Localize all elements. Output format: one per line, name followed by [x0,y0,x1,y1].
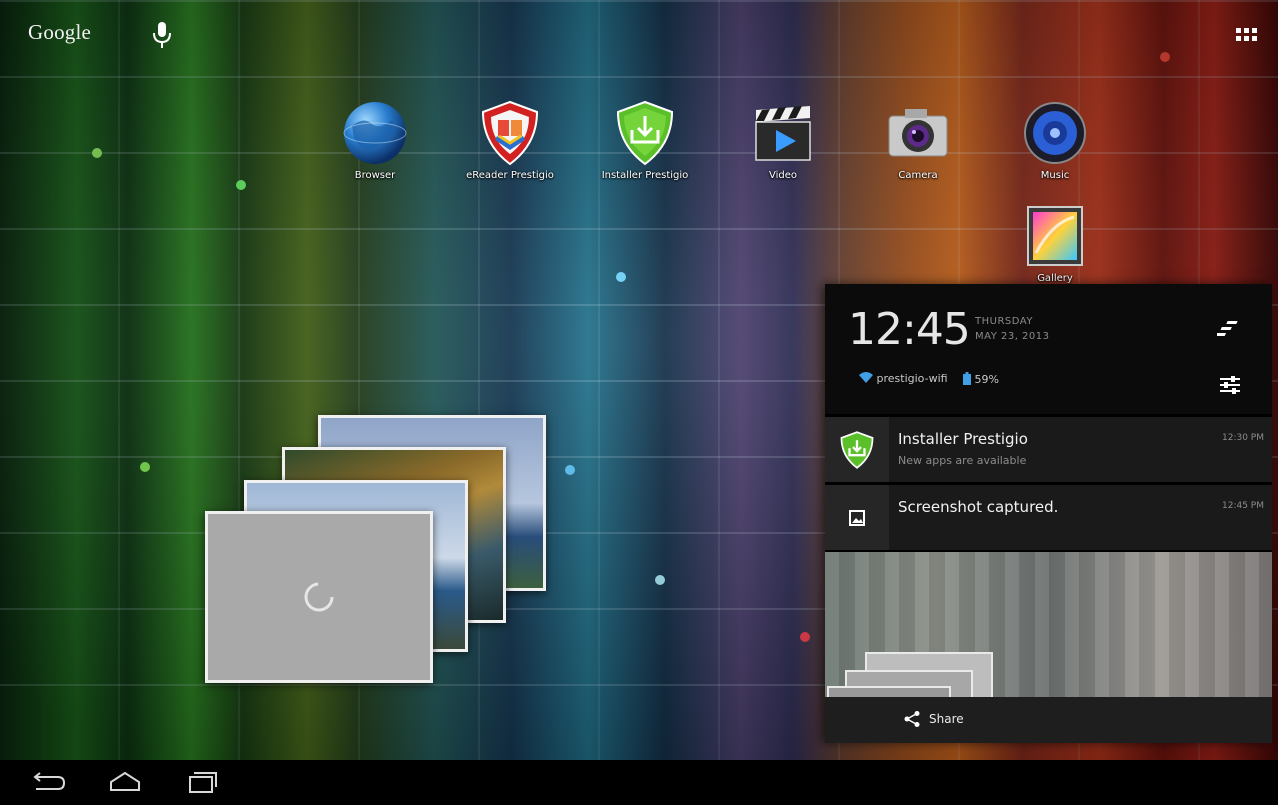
notification-installer-prestigio[interactable]: Installer Prestigio New apps are availab… [825,417,1272,482]
notification-panel[interactable]: 12:45 THURSDAY MAY 23, 2013 prestigio-wi… [825,284,1272,743]
app-label: Browser [354,170,396,181]
ereader-shield-icon [477,100,543,166]
navigation-bar [0,760,1278,805]
app-video[interactable]: Video [728,100,838,181]
recent-apps-button[interactable] [181,768,225,798]
share-label: Share [929,712,964,726]
camera-icon [885,100,951,166]
wifi-icon [859,372,873,383]
home-icon [110,771,140,791]
google-search-label[interactable]: Google [28,20,91,52]
microphone-icon[interactable] [150,20,174,50]
notification-header: 12:45 THURSDAY MAY 23, 2013 prestigio-wi… [825,284,1272,414]
settings-sliders-icon[interactable] [1217,372,1243,398]
battery-icon [963,372,971,385]
app-camera[interactable]: Camera [863,100,973,181]
back-button[interactable] [26,768,70,798]
clear-all-notifications-icon[interactable] [1214,316,1243,342]
app-label: Video [768,170,798,181]
image-icon [825,485,889,550]
speaker-icon [1022,100,1088,166]
photo-loading-placeholder [205,511,433,683]
notification-screenshot-captured[interactable]: Screenshot captured. 12:45 PM [825,485,1272,550]
wifi-status: prestigio-wifi [859,372,948,385]
recent-apps-icon [189,772,217,793]
notification-title: Installer Prestigio [898,430,1028,448]
loading-spinner-icon [304,582,334,612]
app-label: Music [1040,170,1070,181]
notification-time: 12:30 PM [1222,433,1264,443]
app-label: eReader Prestigio [466,170,554,181]
app-installer-prestigio[interactable]: Installer Prestigio [590,100,700,181]
share-button[interactable]: Share [825,697,1272,743]
installer-shield-icon [825,417,889,482]
clock-day: THURSDAY [975,316,1033,327]
clock-date: MAY 23, 2013 [975,331,1050,342]
app-label: Installer Prestigio [601,170,689,181]
notification-text: New apps are available [898,454,1027,467]
photo-stack-widget[interactable] [200,410,550,690]
battery-percent: 59% [974,373,999,386]
clock-time: 12:45 [848,304,971,355]
home-screen: Google Browser eReader Prestigio Install… [0,0,1278,805]
clapperboard-icon [750,100,816,166]
wifi-name: prestigio-wifi [876,372,948,385]
installer-shield-icon [612,100,678,166]
all-apps-icon[interactable] [1236,28,1258,44]
screenshot-preview-image[interactable] [825,552,1272,697]
gallery-icon [1022,203,1088,269]
home-button[interactable] [103,768,147,798]
notification-title: Screenshot captured. [898,498,1059,516]
app-music[interactable]: Music [1000,100,1110,181]
app-label: Camera [898,170,938,181]
app-label: Gallery [1037,273,1073,284]
globe-icon [342,100,408,166]
back-icon [33,772,66,790]
preview-photo-thumbnail [827,686,951,697]
battery-status: 59% [963,372,999,386]
share-icon [904,711,920,727]
notification-time: 12:45 PM [1222,501,1264,511]
app-ereader-prestigio[interactable]: eReader Prestigio [455,100,565,181]
app-browser[interactable]: Browser [320,100,430,181]
app-gallery[interactable]: Gallery [1000,203,1110,284]
